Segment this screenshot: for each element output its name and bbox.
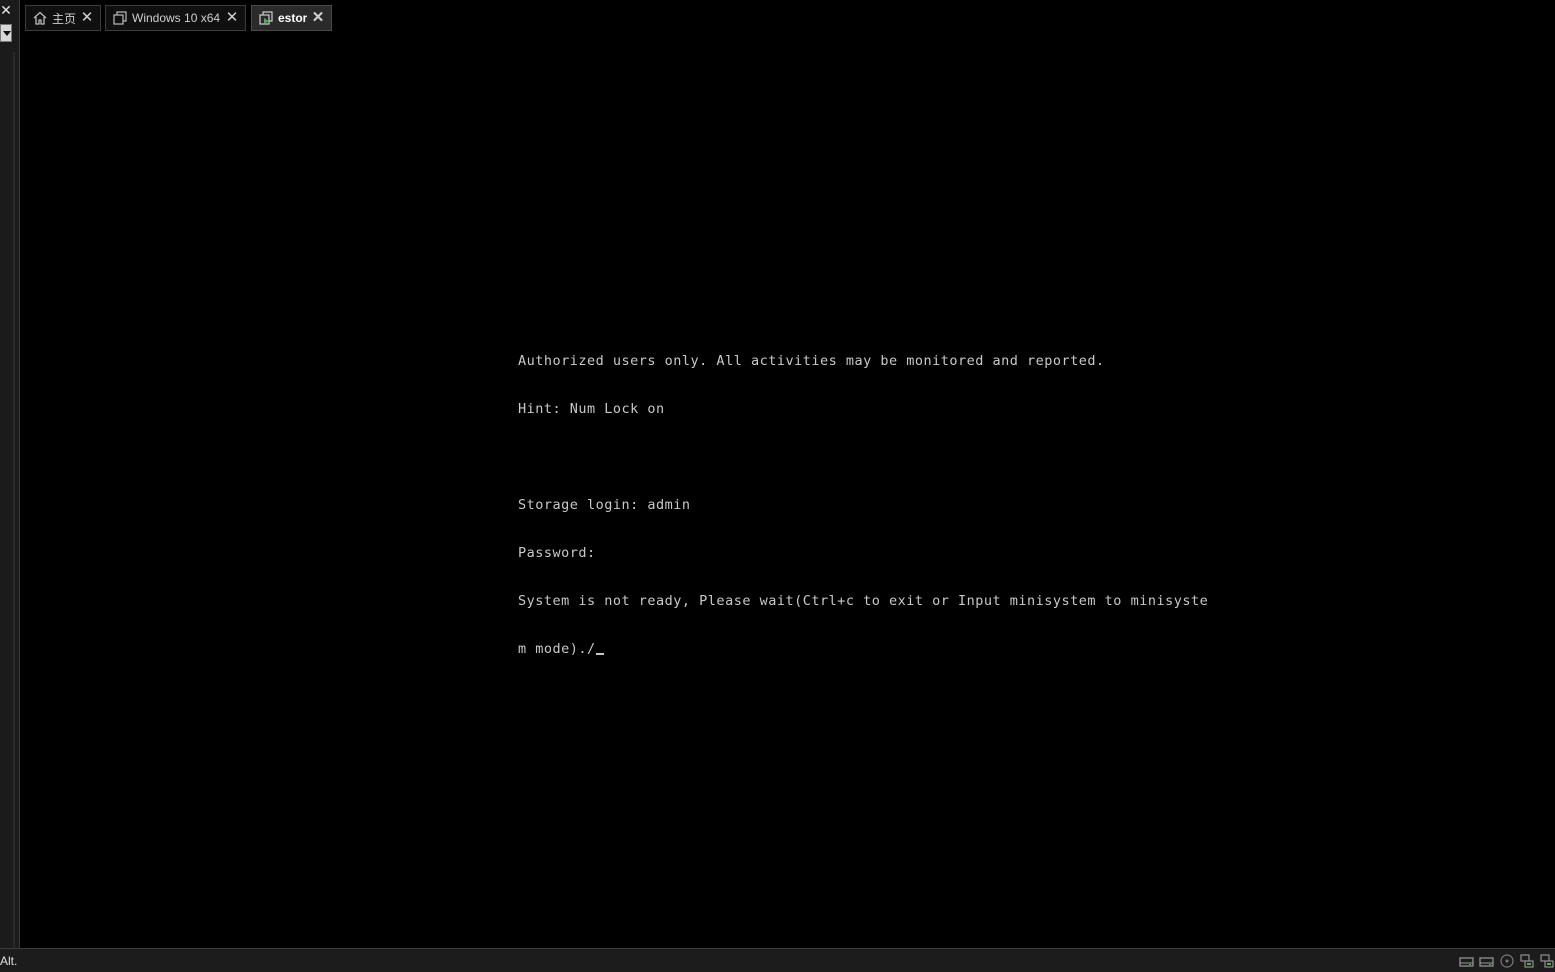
sidebar-close-button[interactable]: ✕ <box>0 2 12 18</box>
status-bar: Alt. <box>0 948 1555 972</box>
hard-disk-icon[interactable] <box>1479 953 1495 969</box>
tab-windows-10-x64[interactable]: Windows 10 x64 ✕ <box>105 5 246 31</box>
hard-disk-icon[interactable] <box>1459 953 1475 969</box>
home-icon <box>32 10 48 26</box>
console-line: System is not ready, Please wait(Ctrl+c … <box>518 593 1209 609</box>
tab-home[interactable]: 主页 ✕ <box>25 5 101 31</box>
tab-windows-label: Windows 10 x64 <box>132 11 221 25</box>
close-icon[interactable]: ✕ <box>225 9 239 27</box>
close-icon[interactable]: ✕ <box>311 9 325 27</box>
vm-icon <box>112 10 128 26</box>
tab-home-label: 主页 <box>52 11 77 26</box>
cd-rom-icon[interactable] <box>1499 953 1515 969</box>
tab-estor[interactable]: estor ✕ <box>251 5 332 31</box>
sidebar-divider <box>13 52 15 948</box>
network-icon[interactable] <box>1519 953 1535 969</box>
tab-estor-label: estor <box>278 11 308 25</box>
console-line: Hint: Num Lock on <box>518 401 665 417</box>
device-icons <box>1459 953 1555 969</box>
network-icon[interactable] <box>1539 953 1555 969</box>
console-line-text: m mode)./ <box>518 641 596 657</box>
vm-running-icon <box>258 10 274 26</box>
vm-console-screen[interactable]: Authorized users only. All activities ma… <box>20 36 1555 948</box>
status-hint: Alt. <box>0 954 18 968</box>
library-sidebar-collapsed: ✕ <box>0 0 20 948</box>
console-line: Storage login: admin <box>518 497 691 513</box>
vm-workstation-window: ✕ 主页 ✕ Windows 10 x64 ✕ estor ✕ Authoriz… <box>0 0 1555 972</box>
sidebar-dropdown-button[interactable] <box>0 24 12 42</box>
console-output: Authorized users only. All activities ma… <box>518 321 1208 689</box>
console-line-last: m mode)./ <box>518 641 1208 657</box>
console-line: Password: <box>518 545 596 561</box>
close-icon[interactable]: ✕ <box>80 9 94 27</box>
tab-bar: 主页 ✕ Windows 10 x64 ✕ estor ✕ <box>20 0 1555 36</box>
text-cursor <box>595 653 604 655</box>
console-line: Authorized users only. All activities ma… <box>518 353 1105 369</box>
